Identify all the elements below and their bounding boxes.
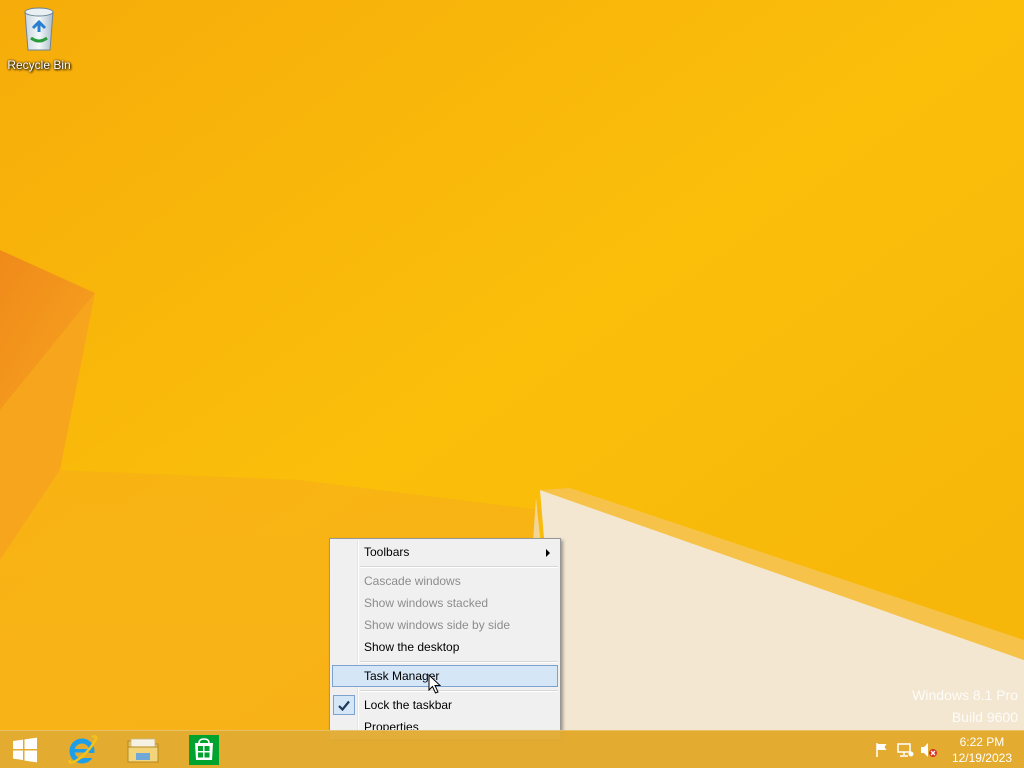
menu-item-task-manager[interactable]: Task Manager <box>332 665 558 687</box>
menu-item-label: Show windows side by side <box>364 618 511 632</box>
internet-explorer-button[interactable] <box>54 731 110 768</box>
taskbar-context-menu: Toolbars Cascade windows Show windows st… <box>329 538 561 740</box>
menu-item-cascade-windows[interactable]: Cascade windows <box>332 570 558 592</box>
windows-logo-icon <box>13 737 37 762</box>
action-center-flag-icon[interactable] <box>872 740 892 760</box>
store-icon <box>189 734 219 765</box>
recycle-bin-icon <box>24 7 54 51</box>
watermark-edition: Windows 8.1 Pro <box>912 687 1018 703</box>
store-button[interactable] <box>176 731 232 768</box>
windows-watermark: Windows 8.1 Pro Build 9600 <box>912 684 1018 728</box>
menu-item-show-the-desktop[interactable]: Show the desktop <box>332 636 558 658</box>
recycle-bin-label: Recycle Bin <box>7 58 71 72</box>
menu-item-label: Lock the taskbar <box>364 698 453 712</box>
folder-icon <box>127 738 159 762</box>
menu-item-toolbars[interactable]: Toolbars <box>332 541 558 563</box>
desktop[interactable]: Recycle Bin Windows 8.1 Pro Build 9600 T… <box>0 0 1024 768</box>
network-icon[interactable] <box>895 740 915 760</box>
checkmark-icon <box>333 695 355 715</box>
menu-separator <box>360 566 558 568</box>
menu-item-show-windows-stacked[interactable]: Show windows stacked <box>332 592 558 614</box>
internet-explorer-icon <box>68 734 98 764</box>
clock-time: 6:22 PM <box>959 735 1005 749</box>
recycle-bin-shortcut[interactable]: Recycle Bin <box>4 4 74 72</box>
menu-separator <box>360 661 558 663</box>
clock-date: 12/19/2023 <box>951 751 1012 765</box>
mouse-pointer-icon <box>428 674 442 694</box>
menu-item-label: Cascade windows <box>364 574 461 588</box>
submenu-arrow-icon <box>546 549 550 557</box>
menu-item-show-windows-side-by-side[interactable]: Show windows side by side <box>332 614 558 636</box>
volume-muted-icon[interactable] <box>919 740 939 760</box>
clock[interactable]: 6:22 PM 12/19/2023 <box>952 734 1012 766</box>
watermark-build: Build 9600 <box>951 709 1018 725</box>
taskbar[interactable]: 6:22 PM 12/19/2023 <box>0 730 1024 768</box>
menu-separator <box>360 690 558 692</box>
menu-item-label: Show the desktop <box>364 640 460 654</box>
menu-item-lock-the-taskbar[interactable]: Lock the taskbar <box>332 694 558 716</box>
file-explorer-button[interactable] <box>115 731 171 768</box>
menu-item-label: Toolbars <box>364 545 410 559</box>
start-button[interactable] <box>0 731 50 768</box>
menu-item-label: Show windows stacked <box>364 596 489 610</box>
